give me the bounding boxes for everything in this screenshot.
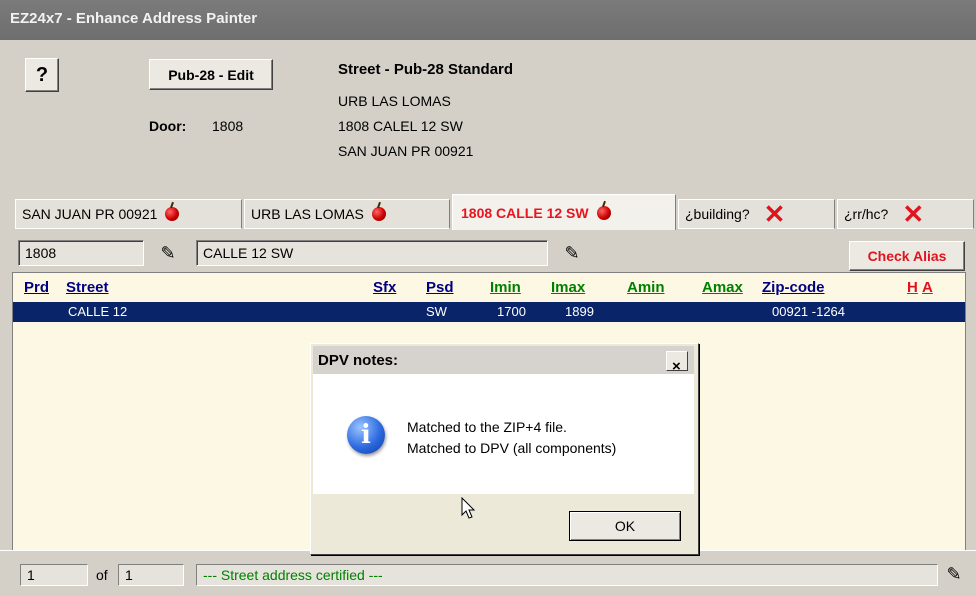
red-x-icon: ✕ [902,199,925,229]
help-button[interactable]: ? [25,58,59,92]
info-icon: i [347,416,385,454]
dialog-message-line-1: Matched to the ZIP+4 file. [407,419,567,435]
tab-label: URB LAS LOMAS [251,206,364,222]
dialog-close-button[interactable]: × [666,351,688,375]
pub28-edit-button[interactable]: Pub-28 - Edit [149,59,273,90]
dialog-title: DPV notes: [318,352,399,369]
street-input-row: 1808 ✎ CALLE 12 SW ✎ Check Alias [0,235,976,271]
status-bar: 1 of 1 --- Street address certified --- … [0,550,976,596]
dialog-body: i Matched to the ZIP+4 file. Matched to … [313,374,694,519]
tab-label: SAN JUAN PR 00921 [22,206,158,222]
apple-icon [165,207,180,221]
col-header-prd[interactable]: Prd [24,279,49,296]
dialog-message-line-2: Matched to DPV (all components) [407,440,617,456]
standard-title: Street - Pub-28 Standard [338,61,514,78]
pencil-icon[interactable]: ✎ [943,563,965,585]
door-label: Door: [149,118,187,134]
check-alias-button[interactable]: Check Alias [849,241,965,271]
mouse-cursor-icon [461,497,476,519]
col-header-h[interactable]: H [907,279,918,296]
close-icon: × [672,358,681,375]
ok-button[interactable]: OK [569,511,681,541]
col-header-amin[interactable]: Amin [627,279,665,296]
street-name-input[interactable]: CALLE 12 SW [196,240,548,266]
window-title: EZ24x7 - Enhance Address Painter [10,10,258,27]
address-tabs: SAN JUAN PR 00921 URB LAS LOMAS 1808 CAL… [0,192,976,232]
tab-street[interactable]: 1808 CALLE 12 SW [452,194,676,230]
tab-city-state-zip[interactable]: SAN JUAN PR 00921 [15,199,242,229]
question-mark-icon: ? [35,63,49,86]
col-header-street[interactable]: Street [66,279,109,296]
col-header-amax[interactable]: Amax [702,279,743,296]
red-x-icon: ✕ [763,199,786,229]
dpv-notes-dialog: DPV notes: × i Matched to the ZIP+4 file… [310,343,699,555]
apple-icon [371,207,386,221]
tab-label: 1808 CALLE 12 SW [461,204,589,221]
tab-rr-hc[interactable]: ¿rr/hc? ✕ [837,199,974,229]
pencil-icon[interactable]: ✎ [561,242,583,264]
page-total-field: 1 [118,564,184,586]
table-row[interactable]: CALLE 12 SW 1700 1899 00921 -1264 [13,302,965,322]
of-label: of [96,567,108,583]
apple-icon [596,205,611,220]
cell-zip: 00921 -1264 [772,304,846,319]
cell-imin: 1700 [497,304,526,319]
address-line-1: URB LAS LOMAS [338,93,451,109]
pencil-icon[interactable]: ✎ [157,242,179,264]
tab-label: ¿building? [685,206,750,222]
col-header-psd[interactable]: Psd [426,279,454,296]
cell-street: CALLE 12 [68,304,128,319]
cell-imax: 1899 [565,304,594,319]
col-header-sfx[interactable]: Sfx [373,279,396,296]
header-panel: ? Pub-28 - Edit Door: 1808 Street - Pub-… [0,40,976,192]
address-line-2: 1808 CALEL 12 SW [338,118,463,134]
house-number-input[interactable]: 1808 [18,240,144,266]
dialog-title-bar: DPV notes: × [313,346,694,375]
door-value: 1808 [212,118,244,134]
page-number-field[interactable]: 1 [20,564,88,586]
tab-building[interactable]: ¿building? ✕ [678,199,835,229]
col-header-imax[interactable]: Imax [551,279,585,296]
col-header-a[interactable]: A [922,279,933,296]
tab-label: ¿rr/hc? [844,206,889,222]
col-header-imin[interactable]: Imin [490,279,521,296]
status-message: --- Street address certified --- [196,564,938,586]
col-header-zip[interactable]: Zip-code [762,279,825,296]
tab-urbanization[interactable]: URB LAS LOMAS [244,199,450,229]
address-line-3: SAN JUAN PR 00921 [338,143,474,159]
window-title-bar: EZ24x7 - Enhance Address Painter [0,0,976,40]
cell-psd: SW [426,304,447,319]
